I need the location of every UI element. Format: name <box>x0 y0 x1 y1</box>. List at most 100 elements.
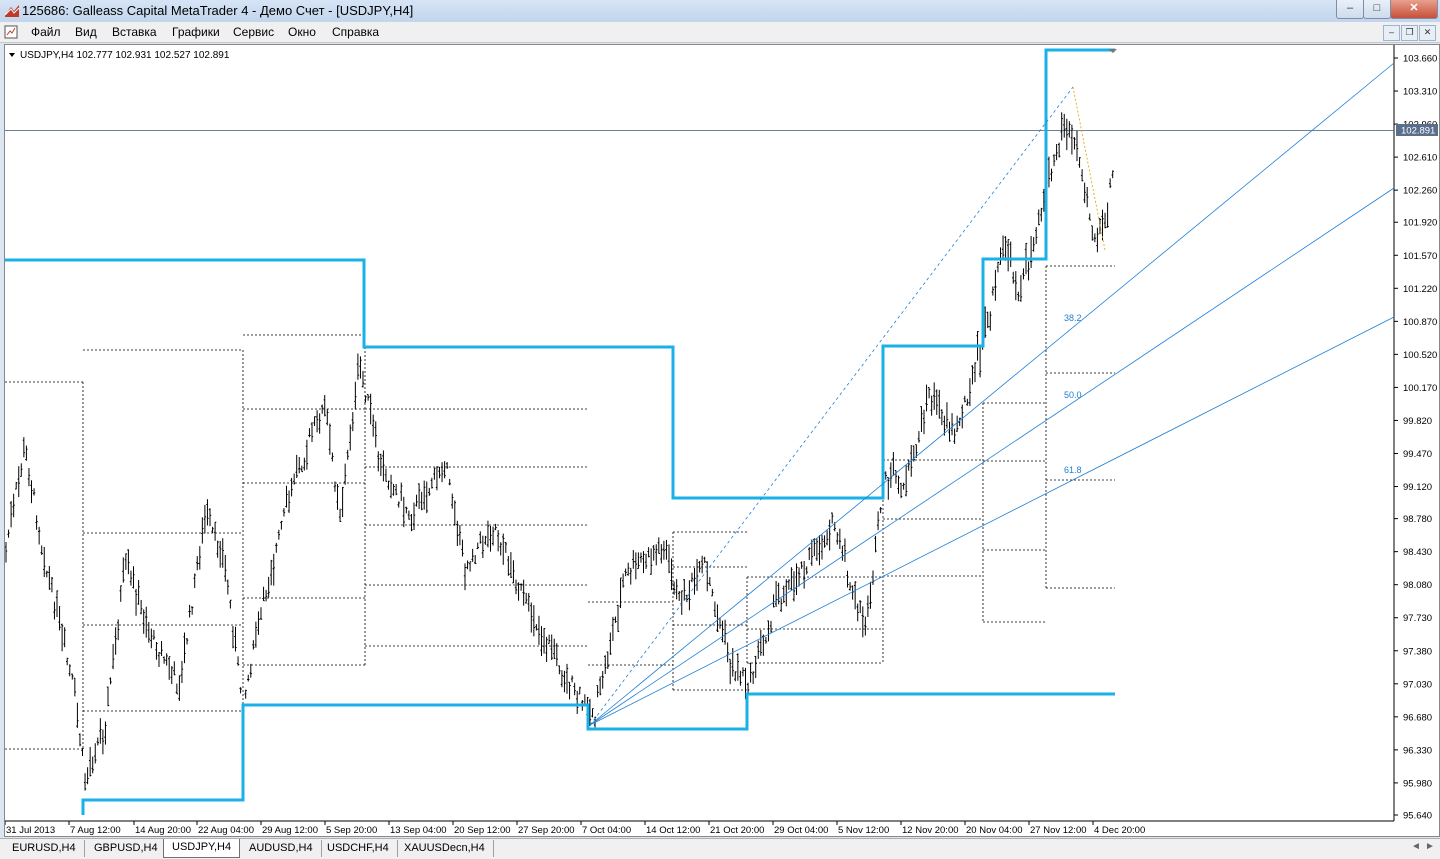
tab-xauusdecn[interactable]: XAUUSDecn,H4 <box>396 840 494 857</box>
ohlc-bar <box>899 482 903 499</box>
ohlc-bar <box>430 477 434 489</box>
ohlc-bar <box>996 261 1000 273</box>
ohlc-bar <box>808 547 811 561</box>
price-axis: 103.660103.310102.960102.610102.260101.9… <box>1394 54 1437 822</box>
ohlc-bar <box>739 670 742 686</box>
ohlc-bar <box>458 525 462 546</box>
ohlc-bar <box>1055 144 1058 161</box>
ohlc-bar <box>425 481 428 514</box>
ohlc-bar <box>930 395 933 416</box>
close-button[interactable]: ✕ <box>1390 0 1438 19</box>
ohlc-bar <box>815 538 819 561</box>
ohlc-bar <box>1093 233 1097 243</box>
ohlc-bar <box>198 546 201 570</box>
menu-tools[interactable]: Сервис <box>233 25 274 39</box>
ohlc-bar <box>435 466 439 491</box>
title-bar: 125686: Galleass Capital MetaTrader 4 - … <box>0 0 1440 23</box>
tab-audusd[interactable]: AUDUSD,H4 <box>241 840 322 857</box>
ohlc-bar <box>1070 124 1074 155</box>
tab-scroll-left-icon[interactable]: ◄ <box>1411 841 1421 852</box>
mdi-restore-button[interactable]: ❐ <box>1401 25 1418 41</box>
ohlc-bar <box>272 553 275 586</box>
ohlc-bar <box>1050 168 1053 182</box>
time-tick-label: 7 Oct 04:00 <box>582 825 631 836</box>
ohlc-bar <box>800 561 803 569</box>
ohlc-bar <box>73 677 77 697</box>
ohlc-bar <box>550 634 553 660</box>
menu-window[interactable]: Окно <box>288 25 316 39</box>
ohlc-bar <box>1001 235 1005 261</box>
ohlc-bar <box>384 468 388 482</box>
ohlc-bar <box>1047 156 1051 188</box>
tab-usdchf[interactable]: USDCHF,H4 <box>319 840 398 857</box>
menu-bar: Файл Вид Вставка Графики Сервис Окно Спр… <box>0 22 1440 43</box>
ohlc-bar <box>137 579 140 605</box>
price-tick-label: 98.080 <box>1403 580 1432 591</box>
ohlc-bar <box>68 664 71 677</box>
ohlc-bar <box>76 702 79 728</box>
tab-usdjpy[interactable]: USDJPY,H4 <box>163 839 241 858</box>
ohlc-bar <box>678 591 681 601</box>
ohlc-bar <box>665 539 668 560</box>
ohlc-bar <box>60 623 64 652</box>
menu-insert[interactable]: Вставка <box>112 25 157 39</box>
ohlc-bar <box>193 573 196 589</box>
price-tick-label: 96.330 <box>1403 745 1432 756</box>
ohlc-bar <box>596 685 599 698</box>
tab-gbpusd[interactable]: GBPUSD,H4 <box>86 840 167 857</box>
price-tick-label: 100.520 <box>1403 350 1437 361</box>
ohlc-bar <box>525 592 528 604</box>
ohlc-bar <box>1022 268 1025 280</box>
menu-charts[interactable]: Графики <box>172 25 220 39</box>
ohlc-bar <box>537 615 541 645</box>
ohlc-bar <box>616 604 620 632</box>
ohlc-bar <box>703 556 706 564</box>
ohlc-bar <box>713 601 717 617</box>
time-tick-label: 5 Nov 12:00 <box>838 825 889 836</box>
ohlc-bar <box>1103 212 1107 229</box>
price-chart[interactable]: 38.250.061.8 103.660103.310102.960102.61… <box>5 45 1439 836</box>
price-tick-label: 99.470 <box>1403 449 1432 460</box>
ohlc-bar <box>649 548 653 575</box>
ohlc-bar <box>576 690 579 715</box>
ohlc-bar <box>361 370 365 388</box>
ohlc-bar <box>823 535 826 548</box>
chart-window[interactable]: 38.250.061.8 103.660103.310102.960102.61… <box>4 44 1440 837</box>
mdi-minimize-button[interactable]: – <box>1383 25 1400 41</box>
ohlc-bar <box>662 540 666 560</box>
ohlc-bar <box>221 538 224 568</box>
mdi-close-button[interactable]: ✕ <box>1419 25 1436 41</box>
ohlc-bar <box>563 670 566 693</box>
ohlc-bar <box>818 535 821 566</box>
ohlc-bar <box>1065 118 1068 151</box>
lower-channel-line <box>81 692 1115 815</box>
ohlc-bar <box>25 445 28 461</box>
ohlc-bar <box>647 547 650 558</box>
ohlc-bar <box>945 402 949 429</box>
minimize-button[interactable]: – <box>1336 0 1364 19</box>
ohlc-bar <box>338 508 342 522</box>
ohlc-bar <box>305 439 309 470</box>
fib-level-label: 50.0 <box>1064 390 1082 400</box>
menu-file[interactable]: Файл <box>31 25 61 39</box>
menu-view[interactable]: Вид <box>75 25 97 39</box>
ohlc-bar <box>354 381 357 410</box>
ohlc-bar <box>359 356 362 379</box>
ohlc-bar <box>15 481 18 490</box>
ohlc-bar <box>389 474 393 499</box>
chart-header-arrow-icon[interactable] <box>9 53 15 57</box>
ohlc-bar <box>438 466 441 479</box>
ohlc-bar <box>978 346 982 378</box>
ohlc-bar <box>611 616 615 641</box>
ohlc-bar <box>471 548 474 562</box>
ohlc-bar <box>277 529 281 540</box>
tab-eurusd[interactable]: EURUSD,H4 <box>4 840 85 857</box>
chart-window-icon[interactable] <box>4 25 18 39</box>
time-tick-label: 29 Oct 04:00 <box>774 825 828 836</box>
menu-help[interactable]: Справка <box>332 25 379 39</box>
ohlc-bar <box>117 619 120 641</box>
maximize-button[interactable]: □ <box>1363 0 1391 19</box>
ohlc-bar <box>379 453 383 476</box>
ohlc-bar <box>864 616 867 636</box>
tab-scroll-right-icon[interactable]: ► <box>1425 841 1435 852</box>
